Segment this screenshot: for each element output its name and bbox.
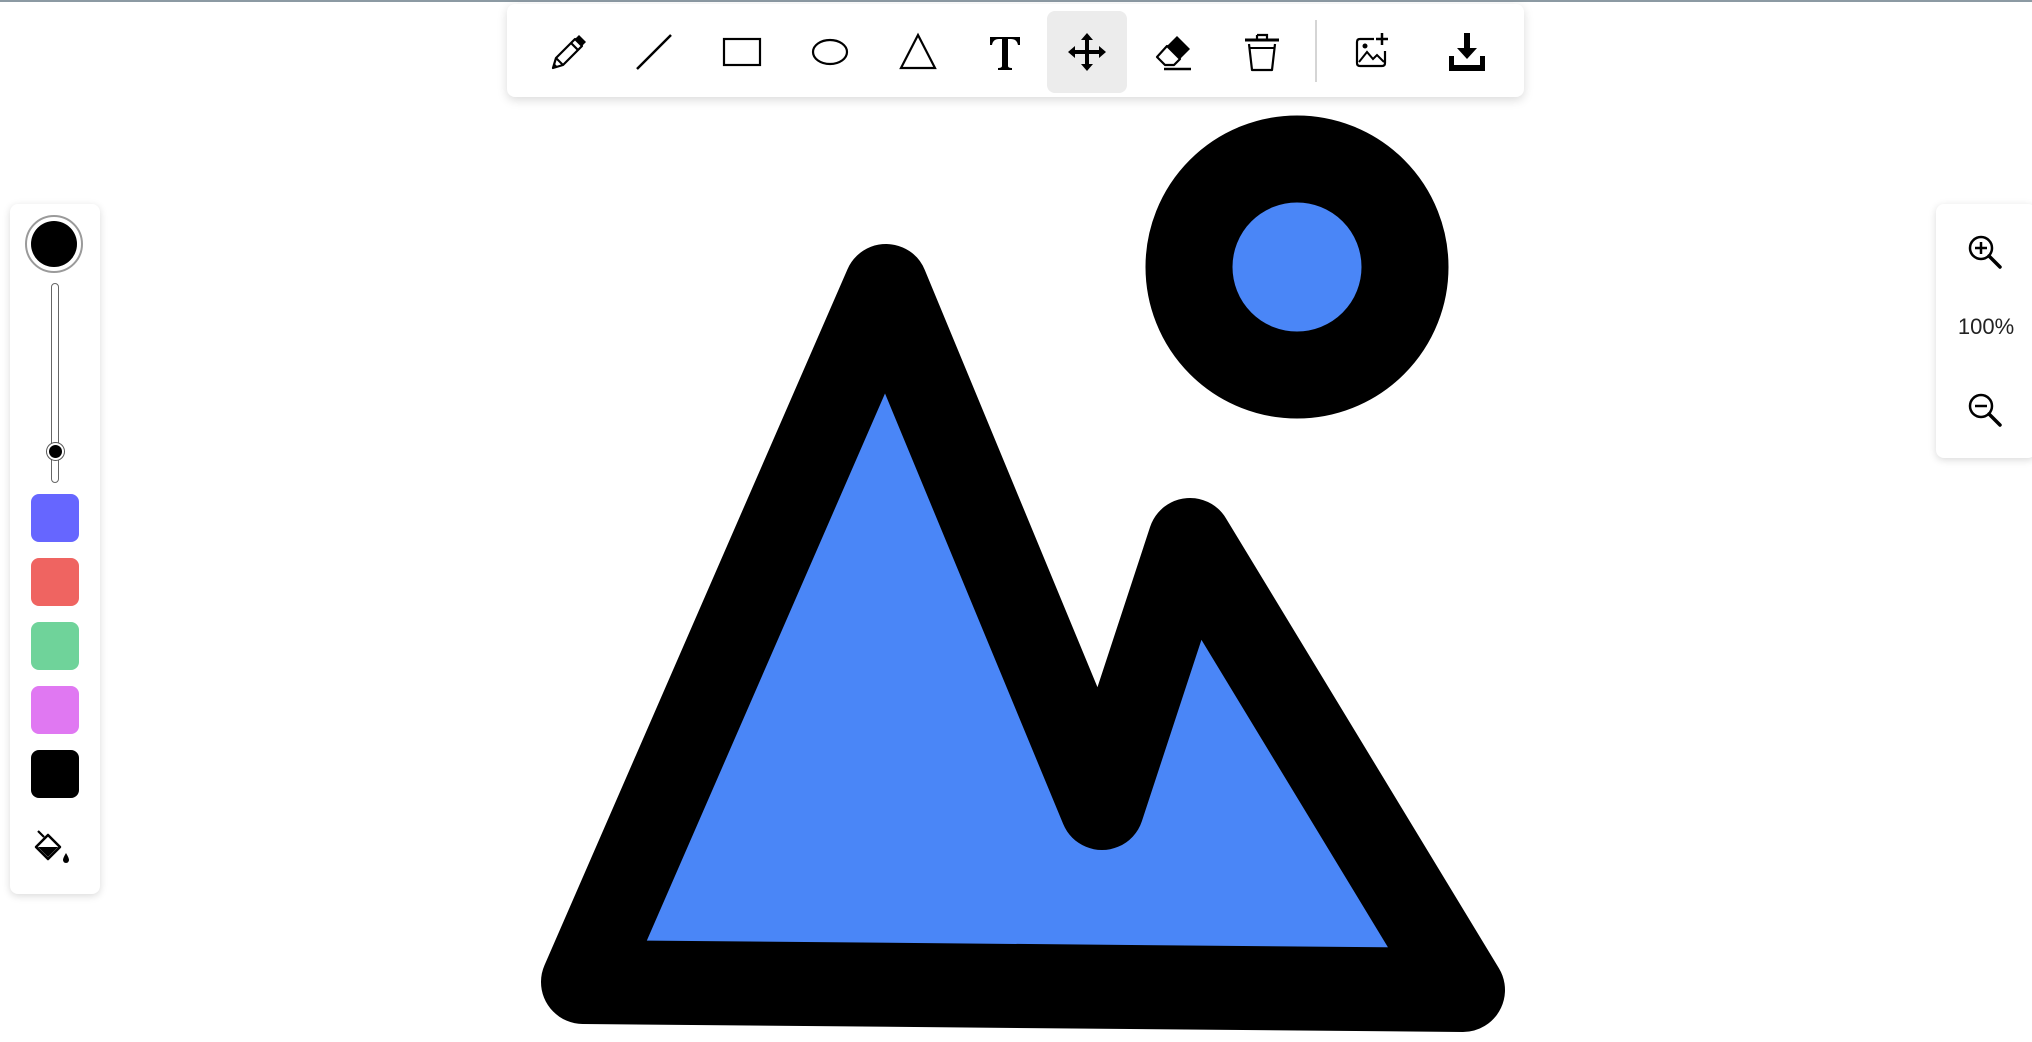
fill-toggle-button[interactable] [32,827,80,875]
zoom-out-icon [1968,393,2002,427]
line-icon [636,34,672,70]
rectangle-icon [722,37,762,67]
delete-tool-button[interactable] [1222,11,1302,93]
line-tool-button[interactable] [614,11,694,93]
toolbar-separator [1315,20,1317,82]
download-icon [1449,33,1485,71]
paint-bucket-icon [34,830,69,863]
move-icon [1068,33,1106,71]
stroke-size-slider[interactable] [47,283,64,483]
color-swatch[interactable] [31,622,79,670]
zoom-in-icon [1968,235,2002,269]
add-image-button[interactable] [1332,11,1412,93]
color-swatch[interactable] [31,750,79,798]
current-color-indicator[interactable] [25,215,83,273]
text-icon [990,37,1020,70]
color-swatch[interactable] [31,558,79,606]
eraser-icon [1155,36,1191,71]
drawing-toolbar [507,4,1524,97]
ellipse-icon [811,38,849,66]
text-tool-button[interactable] [965,11,1045,93]
eraser-tool-button[interactable] [1134,11,1214,93]
zoom-in-button[interactable] [1961,228,2009,276]
pencil-icon [551,35,586,70]
color-swatch[interactable] [31,494,79,542]
add-image-icon [1355,33,1388,68]
sun-shape[interactable] [1145,115,1449,419]
current-color-dot [31,221,77,267]
trash-icon [1245,33,1279,72]
stroke-size-handle[interactable] [47,443,64,460]
pencil-tool-button[interactable] [527,11,607,93]
zoom-level-label: 100% [1957,314,2015,339]
zoom-panel: 100% [1936,204,2032,458]
drawing-canvas[interactable] [0,0,2032,1042]
move-tool-button[interactable] [1047,11,1127,93]
triangle-tool-button[interactable] [878,11,958,93]
triangle-icon [899,32,937,70]
color-swatch[interactable] [31,686,79,734]
color-panel [10,204,100,894]
download-button[interactable] [1427,11,1507,93]
ellipse-tool-button[interactable] [790,11,870,93]
rectangle-tool-button[interactable] [702,11,782,93]
zoom-out-button[interactable] [1961,386,2009,434]
